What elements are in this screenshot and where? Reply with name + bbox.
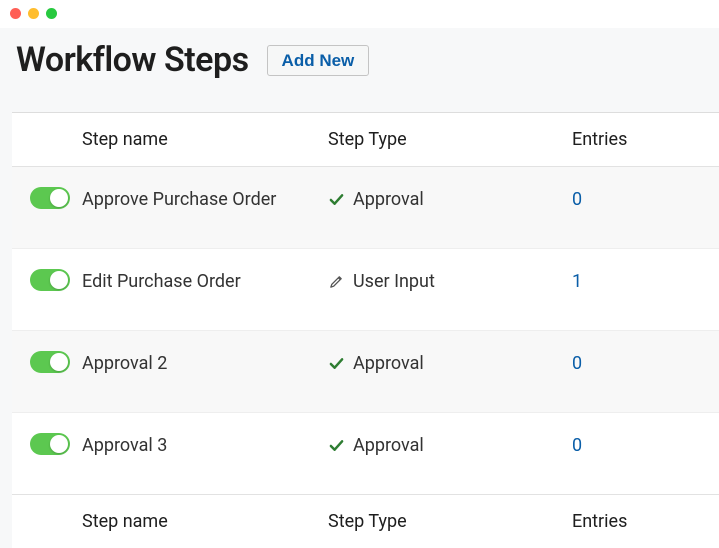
table-row: Edit Purchase Order User Input 1 [12,249,719,331]
page-body: Workflow Steps Add New Step name Step Ty… [0,28,719,548]
column-header-type[interactable]: Step Type [328,113,572,167]
step-name-link[interactable]: Edit Purchase Order [82,271,241,292]
pencil-icon [328,273,345,290]
window-zoom-dot[interactable] [46,8,57,19]
step-type-label: Approval [353,189,424,210]
entries-link[interactable]: 0 [572,435,582,456]
entries-link[interactable]: 1 [572,271,582,292]
column-header-name[interactable]: Step name [82,113,328,167]
check-icon [328,355,345,372]
window-title-bar [0,0,719,28]
step-type-label: Approval [353,435,424,456]
step-toggle[interactable] [30,269,70,291]
column-footer-entries[interactable]: Entries [572,495,719,548]
table-footer-row: Step name Step Type Entries [12,495,719,548]
step-name-link[interactable]: Approval 2 [82,353,167,374]
column-header-entries[interactable]: Entries [572,113,719,167]
window-close-dot[interactable] [10,8,21,19]
step-toggle[interactable] [30,351,70,373]
steps-table-wrap: Step name Step Type Entries Approve Purc… [12,112,719,548]
step-type-label: Approval [353,353,424,374]
step-toggle[interactable] [30,187,70,209]
add-new-button[interactable]: Add New [267,45,370,76]
page-title: Workflow Steps [16,40,249,80]
table-row: Approval 3 Approval 0 [12,413,719,495]
column-footer-type[interactable]: Step Type [328,495,572,548]
table-row: Approve Purchase Order Approval 0 [12,167,719,249]
table-row: Approval 2 Approval 0 [12,331,719,413]
step-name-link[interactable]: Approval 3 [82,435,167,456]
step-name-link[interactable]: Approve Purchase Order [82,189,276,210]
check-icon [328,437,345,454]
column-footer-name[interactable]: Step name [82,495,328,548]
step-toggle[interactable] [30,433,70,455]
window-minimize-dot[interactable] [28,8,39,19]
table-header-row: Step name Step Type Entries [12,113,719,167]
entries-link[interactable]: 0 [572,353,582,374]
step-type-label: User Input [353,271,435,292]
check-icon [328,191,345,208]
entries-link[interactable]: 0 [572,189,582,210]
steps-table: Step name Step Type Entries Approve Purc… [12,113,719,548]
page-header: Workflow Steps Add New [14,40,719,80]
